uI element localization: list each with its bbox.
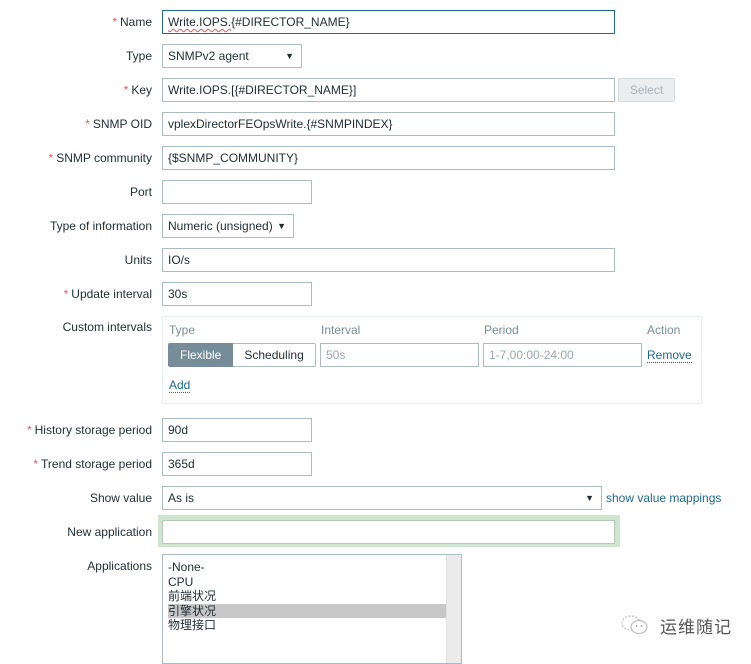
trend-storage-label: * Trend storage period xyxy=(33,457,152,471)
applications-label: Applications xyxy=(87,559,152,573)
type-scheduling-button[interactable]: Scheduling xyxy=(233,343,316,367)
name-label: * Name xyxy=(112,15,152,29)
update-interval-row: * Update interval 30s xyxy=(0,282,751,306)
header-interval: Interval xyxy=(321,323,361,337)
interval-input[interactable]: 50s xyxy=(320,343,479,367)
history-storage-row: * History storage period 90d xyxy=(0,418,751,442)
wechat-icon xyxy=(620,614,650,636)
header-type: Type xyxy=(169,323,196,337)
name-row: * Name Write.IOPS.{#DIRECTOR_NAME} xyxy=(0,10,751,34)
update-interval-label: * Update interval xyxy=(63,287,152,301)
chevron-down-icon: ▼ xyxy=(585,493,594,503)
show-value-select[interactable]: As is ▼ xyxy=(162,486,602,510)
application-option-selected[interactable]: 引擎状况 xyxy=(168,603,448,618)
remove-link[interactable]: Remove xyxy=(647,348,692,363)
application-option[interactable]: CPU xyxy=(168,575,448,590)
custom-intervals-label: Custom intervals xyxy=(62,320,152,334)
port-label: Port xyxy=(129,185,152,199)
snmp-oid-label: * SNMP OID xyxy=(85,117,152,131)
snmp-community-label: * SNMP community xyxy=(48,151,152,165)
name-value-misspelled: Write.IOPS. xyxy=(168,15,232,29)
history-storage-input[interactable]: 90d xyxy=(162,418,312,442)
trend-storage-row: * Trend storage period 365d xyxy=(0,452,751,476)
show-value-row: Show value As is ▼ show value mappings xyxy=(0,486,751,510)
custom-intervals-table: Type Interval Period Action Flexible Sch… xyxy=(162,316,702,404)
chevron-down-icon: ▼ xyxy=(277,221,286,231)
period-input[interactable]: 1-7,00:00-24:00 xyxy=(483,343,642,367)
type-label: Type xyxy=(125,49,152,63)
application-option[interactable]: -None- xyxy=(168,560,448,575)
add-link[interactable]: Add xyxy=(169,378,191,393)
applications-options: -None- CPU 前端状况 引擎状况 物理接口 xyxy=(168,560,448,633)
chevron-down-icon: ▼ xyxy=(285,51,294,61)
snmp-community-input[interactable]: {$SNMP_COMMUNITY} xyxy=(162,146,615,170)
name-input[interactable]: Write.IOPS.{#DIRECTOR_NAME} xyxy=(162,10,615,34)
type-select[interactable]: SNMPv2 agent ▼ xyxy=(162,44,302,68)
history-storage-label: * History storage period xyxy=(26,423,152,437)
snmp-community-row: * SNMP community {$SNMP_COMMUNITY} xyxy=(0,146,751,170)
key-input[interactable]: Write.IOPS.[{#DIRECTOR_NAME}] xyxy=(162,78,615,102)
update-interval-input[interactable]: 30s xyxy=(162,282,312,306)
header-action: Action xyxy=(647,323,681,337)
snmp-oid-row: * SNMP OID vplexDirectorFEOpsWrite.{#SNMP… xyxy=(0,112,751,136)
units-label: Units xyxy=(124,253,152,267)
name-value-rest: {#DIRECTOR_NAME} xyxy=(231,15,350,29)
key-label: * Key xyxy=(123,83,152,97)
type-row: Type SNMPv2 agent ▼ xyxy=(0,44,751,68)
new-application-row: New application xyxy=(0,520,751,544)
application-option[interactable]: 物理接口 xyxy=(168,618,448,633)
new-application-input[interactable] xyxy=(162,520,615,544)
type-of-information-label: Type of information xyxy=(49,219,152,233)
new-application-label: New application xyxy=(67,525,152,539)
applications-scrollbar[interactable] xyxy=(446,555,461,663)
type-of-information-row: Type of information Numeric (unsigned) ▼ xyxy=(0,214,751,238)
watermark: 运维随记 xyxy=(620,610,732,640)
snmp-oid-input[interactable]: vplexDirectorFEOpsWrite.{#SNMPINDEX} xyxy=(162,112,615,136)
port-input[interactable] xyxy=(162,180,312,204)
trend-storage-input[interactable]: 365d xyxy=(162,452,312,476)
watermark-text: 运维随记 xyxy=(660,617,732,637)
key-row: * Key Write.IOPS.[{#DIRECTOR_NAME}] Selec… xyxy=(0,78,751,102)
interval-type-toggle: Flexible Scheduling xyxy=(168,343,316,367)
units-row: Units IO/s xyxy=(0,248,751,272)
application-option[interactable]: 前端状况 xyxy=(168,589,448,604)
units-input[interactable]: IO/s xyxy=(162,248,615,272)
port-row: Port xyxy=(0,180,751,204)
show-value-mappings-link[interactable]: show value mappings xyxy=(606,486,721,510)
type-flexible-button[interactable]: Flexible xyxy=(168,343,234,367)
header-period: Period xyxy=(484,323,519,337)
show-value-label: Show value xyxy=(89,491,152,505)
type-of-information-select[interactable]: Numeric (unsigned) ▼ xyxy=(162,214,294,238)
key-select-button[interactable]: Select xyxy=(618,78,675,102)
applications-listbox[interactable]: -None- CPU 前端状况 引擎状况 物理接口 xyxy=(162,554,462,664)
